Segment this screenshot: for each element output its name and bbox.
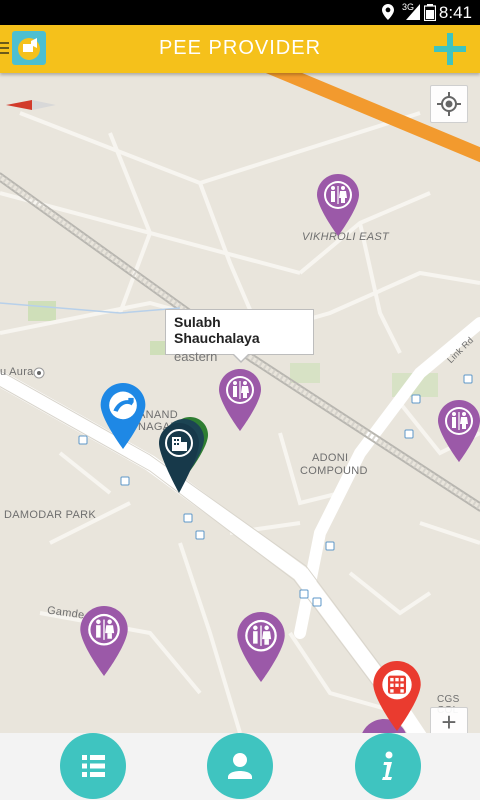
location-icon (382, 4, 394, 20)
marker-info-title: Sulabh Shauchalaya (174, 314, 260, 346)
map-view[interactable]: VIKHROLI EAST ANAND NAGAR ADONI COMPOUND D… (0, 73, 480, 733)
map-label-adoni-compound: ADONI COMPOUND (300, 452, 368, 477)
toilet-marker[interactable] (237, 612, 285, 682)
status-time: 8:41 (438, 3, 472, 22)
profile-button[interactable] (207, 733, 273, 799)
zoom-in-button[interactable]: + (430, 707, 468, 733)
map-label-damodar-park: DAMODAR PARK (4, 509, 97, 521)
plus-icon[interactable] (432, 31, 468, 67)
battery-icon (424, 4, 436, 21)
list-icon (82, 755, 105, 777)
app-title: PEE PROVIDER (158, 37, 322, 59)
signal-icon (406, 4, 420, 20)
hospital-marker[interactable] (373, 661, 421, 731)
toilet-marker[interactable] (219, 369, 261, 431)
map-label-aura: u Aura (0, 366, 34, 378)
my-location-icon (437, 92, 461, 116)
toilet-marker[interactable] (80, 606, 128, 676)
toilet-marker[interactable] (438, 400, 480, 462)
hotel-marker[interactable] (158, 413, 214, 495)
fuel-station-marker[interactable] (100, 383, 146, 449)
person-icon (228, 753, 252, 779)
status-bar: 3G 8:41 (0, 0, 480, 25)
my-location-button[interactable] (430, 85, 468, 123)
list-button[interactable] (60, 733, 126, 799)
app-bar: PEE PROVIDER (0, 25, 480, 73)
info-button[interactable] (355, 733, 421, 799)
bottom-bar (0, 733, 480, 800)
info-icon (382, 751, 393, 780)
marker-info-window[interactable]: Sulabh Shauchalaya eastern (165, 309, 314, 364)
toilet-marker[interactable] (317, 174, 359, 236)
